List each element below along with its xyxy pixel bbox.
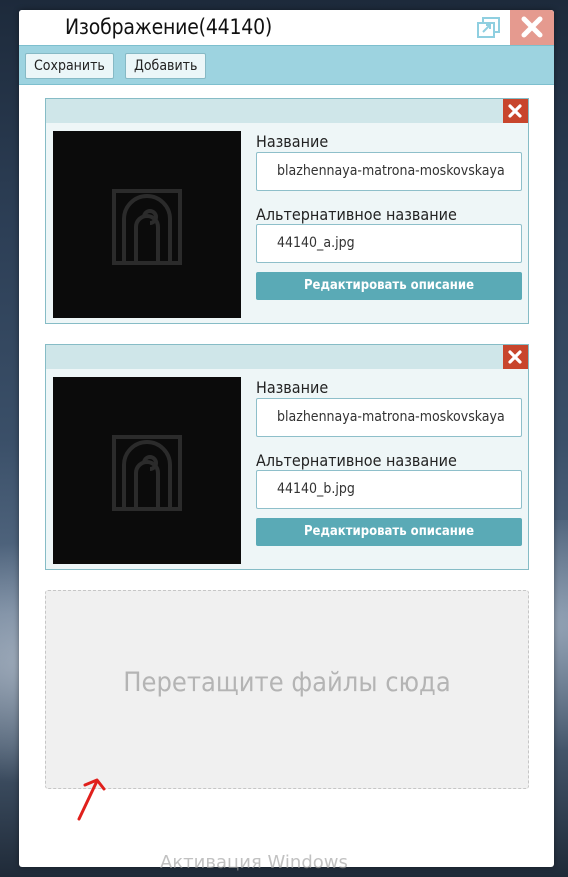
image-dialog: Изображение(44140) Сохранить Добавить На… [19,10,554,867]
dropzone-text: Перетащите файлы сюда [123,667,451,698]
alt-name-field[interactable]: 44140_a.jpg [256,224,522,263]
name-label: Название [256,132,329,151]
delete-icon [508,104,522,118]
image-card-header [46,99,528,123]
alt-name-label: Альтернативное название [256,451,457,470]
logo-placeholder-icon [112,435,182,511]
title-bar: Изображение(44140) [19,10,554,45]
name-field[interactable]: blazhennaya-matrona-moskovskaya [256,152,522,191]
toolbar: Сохранить Добавить [19,45,554,85]
dialog-title: Изображение(44140) [65,15,273,39]
delete-image-button[interactable] [503,99,528,123]
logo-placeholder-icon [112,189,182,265]
image-card: Название blazhennaya-matrona-moskovskaya… [45,344,529,570]
edit-description-button[interactable]: Редактировать описание [256,518,522,546]
name-field[interactable]: blazhennaya-matrona-moskovskaya [256,398,522,437]
edit-description-button[interactable]: Редактировать описание [256,272,522,300]
delete-image-button[interactable] [503,345,528,369]
delete-icon [508,350,522,364]
save-button[interactable]: Сохранить [25,53,114,79]
alt-name-label: Альтернативное название [256,205,457,224]
image-card-header [46,345,528,369]
red-arrow-annotation [77,778,106,821]
windows-activation-watermark: Активация Windows [160,852,348,873]
file-dropzone[interactable]: Перетащите файлы сюда [45,590,529,789]
image-thumbnail[interactable] [53,131,241,318]
image-thumbnail[interactable] [53,377,241,564]
name-label: Название [256,378,329,397]
add-button[interactable]: Добавить [125,53,207,79]
popout-icon[interactable] [477,17,501,39]
close-button[interactable] [510,10,554,45]
close-icon [521,16,543,38]
alt-name-field[interactable]: 44140_b.jpg [256,470,522,509]
image-card: Название blazhennaya-matrona-moskovskaya… [45,98,529,324]
